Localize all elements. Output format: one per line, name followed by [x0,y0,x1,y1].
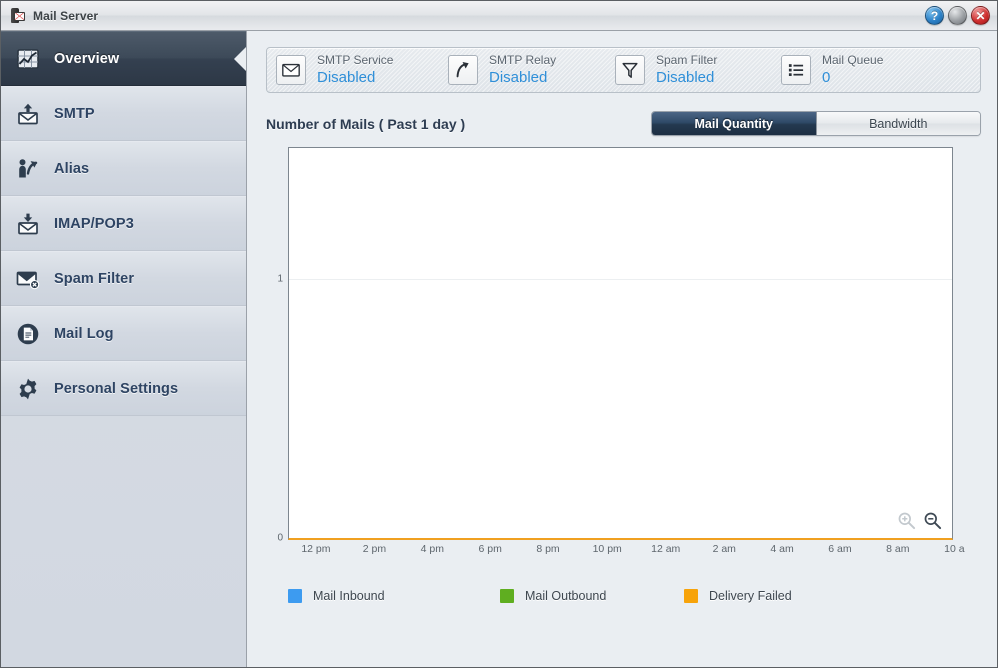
legend-item-mail-inbound[interactable]: Mail Inbound [288,589,500,603]
person-arrow-icon [15,156,41,182]
x-axis-tick-label: 10 a [944,543,965,555]
status-cell-spam-filter[interactable]: Spam Filter Disabled [606,52,772,86]
x-axis-tick-label: 8 pm [536,543,560,555]
legend-label: Delivery Failed [709,589,792,603]
sidebar-item-label: Mail Log [54,325,114,342]
sidebar-item-label: Spam Filter [54,270,135,287]
tab-bandwidth[interactable]: Bandwidth [816,112,980,135]
window-title: Mail Server [33,8,99,23]
status-cell-smtp-relay[interactable]: SMTP Relay Disabled [439,52,606,86]
window-titlebar: Mail Server ? ✕ [1,1,997,31]
sidebar-item-label: Overview [54,50,120,67]
status-value: Disabled [656,68,715,86]
service-status-strip: SMTP Service Disabled SMTP Relay Disable… [266,47,981,93]
chart-container: 1 0 12 pm 2 pm 4 pm 6 pm 8 pm 10 pm 12 a… [266,147,981,603]
legend-label: Mail Inbound [313,589,385,603]
sidebar-item-mail-log[interactable]: Mail Log [1,306,246,361]
sidebar-item-overview[interactable]: Overview [1,31,246,86]
mail-server-icon [9,7,26,24]
legend-item-mail-outbound[interactable]: Mail Outbound [500,589,684,603]
x-axis-tick-label: 12 pm [301,543,331,555]
sidebar-item-personal-settings[interactable]: Personal Settings [1,361,246,416]
status-value: Disabled [489,68,548,86]
x-axis-tick-label: 6 pm [478,543,502,555]
content-area: SMTP Service Disabled SMTP Relay Disable… [247,31,997,667]
chart-zoom-controls [897,511,942,530]
chart-grid-icon [15,46,41,72]
chart-legend: Mail Inbound Mail Outbound Delivery Fail… [288,589,792,603]
sidebar-item-alias[interactable]: Alias [1,141,246,196]
envelope-down-icon [15,211,41,237]
chart-title: Number of Mails ( Past 1 day ) [266,115,466,132]
tab-mail-quantity[interactable]: Mail Quantity [652,112,817,135]
status-value: 0 [822,68,831,86]
x-axis-tick-label: 4 pm [420,543,444,555]
chart-mode-tabs: Mail Quantity Bandwidth [651,111,981,136]
document-circle-icon [15,321,41,347]
y-axis-tick-label: 0 [277,532,283,544]
status-label: SMTP Service [317,52,394,67]
close-button[interactable]: ✕ [971,6,990,25]
legend-item-delivery-failed[interactable]: Delivery Failed [684,589,792,603]
envelope-block-icon [15,266,41,292]
minimize-button[interactable] [948,6,967,25]
status-value: Disabled [317,68,376,86]
legend-label: Mail Outbound [525,589,607,603]
list-icon [781,54,811,85]
x-axis-tick-label: 2 pm [362,543,387,555]
sidebar-item-label: Alias [54,160,90,177]
x-axis-tick-label: 2 am [712,543,736,555]
legend-swatch [500,589,514,603]
relay-arrow-icon [448,54,478,85]
chart-plot-area[interactable]: 1 0 [277,147,953,544]
chart-header: Number of Mails ( Past 1 day ) Mail Quan… [266,111,981,136]
legend-swatch [288,589,302,603]
window-body: Overview SMTP Alias IMAP/POP3 Spam Filte… [1,31,997,667]
sidebar-item-label: Personal Settings [54,380,179,397]
x-axis-tick-label: 4 am [770,543,794,555]
window-controls: ? ✕ [925,6,990,25]
funnel-icon [615,54,645,85]
close-glyph: ✕ [975,8,986,23]
zoom-out-icon[interactable] [923,511,942,530]
x-axis-tick-label: 10 pm [592,543,622,555]
x-axis-tick-label: 8 am [886,543,910,555]
help-glyph: ? [930,8,939,23]
envelope-up-icon [15,101,41,127]
zoom-in-icon[interactable] [897,511,916,530]
x-axis-tick-label: 12 am [651,543,681,555]
envelope-icon [276,54,306,85]
status-label: Mail Queue [822,52,884,67]
sidebar-item-smtp[interactable]: SMTP [1,86,246,141]
status-cell-mail-queue[interactable]: Mail Queue 0 [772,52,884,86]
mail-server-window: Mail Server ? ✕ Overview SMTP Alias IMAP… [0,0,998,668]
sidebar-item-imap-pop3[interactable]: IMAP/POP3 [1,196,246,251]
help-button[interactable]: ? [925,6,944,25]
status-label: Spam Filter [656,52,718,67]
status-label: SMTP Relay [489,52,557,67]
gridline-y1 [289,278,952,280]
x-axis-tick-label: 6 am [828,543,852,555]
sidebar-item-label: SMTP [54,105,95,122]
y-axis-tick-label: 1 [277,273,283,285]
gear-icon [15,376,41,402]
sidebar-item-spam-filter[interactable]: Spam Filter [1,251,246,306]
sidebar-item-label: IMAP/POP3 [54,215,134,232]
legend-swatch [684,589,698,603]
sidebar-nav: Overview SMTP Alias IMAP/POP3 Spam Filte… [1,31,247,667]
status-cell-smtp-service[interactable]: SMTP Service Disabled [267,52,439,86]
x-axis: 12 pm 2 pm 4 pm 6 pm 8 pm 10 pm 12 am 2 … [288,543,964,559]
